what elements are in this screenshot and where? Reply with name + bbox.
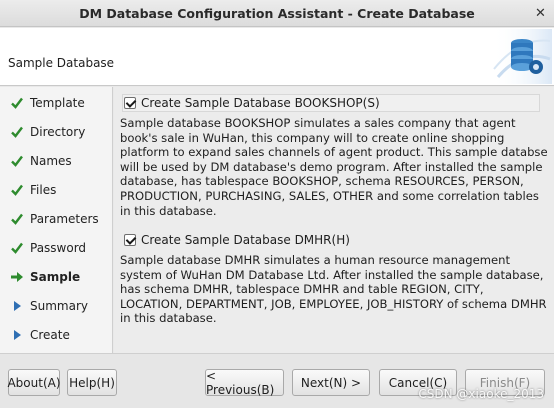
help-button[interactable]: Help(H) [67,369,117,396]
dmhr-checkbox-row[interactable]: Create Sample Database DMHR(H) [122,231,540,249]
database-logo-icon [492,29,552,84]
checkmark-icon [11,242,23,254]
step-label: Names [30,154,72,168]
next-button[interactable]: Next(N) > [292,369,370,396]
checkmark-icon [11,97,23,109]
bookshop-description: Sample database BOOKSHOP simulates a sal… [120,116,548,218]
wizard-steps-sidebar: Template Directory Names Files Parameter… [0,87,113,353]
bookshop-checkbox-label[interactable]: Create Sample Database BOOKSHOP(S) [141,96,380,110]
wizard-footer: About(A) Help(H) < Previous(B) Next(N) >… [0,353,554,408]
step-label: Parameters [30,212,99,226]
step-password: Password [10,238,110,258]
step-label: Files [30,183,57,197]
page-title: Sample Database [8,56,115,70]
dmhr-checkbox[interactable] [124,234,136,246]
step-summary: Summary [10,296,110,316]
step-label: Sample [30,270,81,284]
page-header: Sample Database [0,28,554,86]
step-label: Summary [30,299,88,313]
checkmark-icon [11,126,23,138]
window-titlebar[interactable]: DM Database Configuration Assistant - Cr… [0,0,554,27]
checkmark-icon [11,184,23,196]
arrow-right-icon [11,272,23,282]
step-sample: Sample [10,267,110,287]
step-label: Password [30,241,87,255]
csdn-watermark: CSDN @xiaoke_2013 [418,387,544,401]
dmhr-checkbox-label[interactable]: Create Sample Database DMHR(H) [141,233,350,247]
bookshop-checkbox[interactable] [124,97,136,109]
step-template: Template [10,93,110,113]
bookshop-checkbox-row[interactable]: Create Sample Database BOOKSHOP(S) [122,94,540,112]
window-title: DM Database Configuration Assistant - Cr… [79,6,475,21]
step-label: Directory [30,125,86,139]
about-button[interactable]: About(A) [7,369,61,396]
checkmark-icon [11,213,23,225]
triangle-right-icon [14,301,21,311]
step-label: Create [30,328,70,342]
close-icon[interactable]: ✕ [532,5,549,22]
step-directory: Directory [10,122,110,142]
checkmark-icon [11,155,23,167]
triangle-right-icon [14,330,21,340]
step-create: Create [10,325,110,345]
sample-database-panel: Create Sample Database BOOKSHOP(S) Sampl… [114,87,554,353]
previous-button[interactable]: < Previous(B) [205,369,284,397]
step-files: Files [10,180,110,200]
step-parameters: Parameters [10,209,110,229]
dmhr-description: Sample database DMHR simulates a human r… [120,253,547,326]
step-label: Template [30,96,85,110]
step-names: Names [10,151,110,171]
